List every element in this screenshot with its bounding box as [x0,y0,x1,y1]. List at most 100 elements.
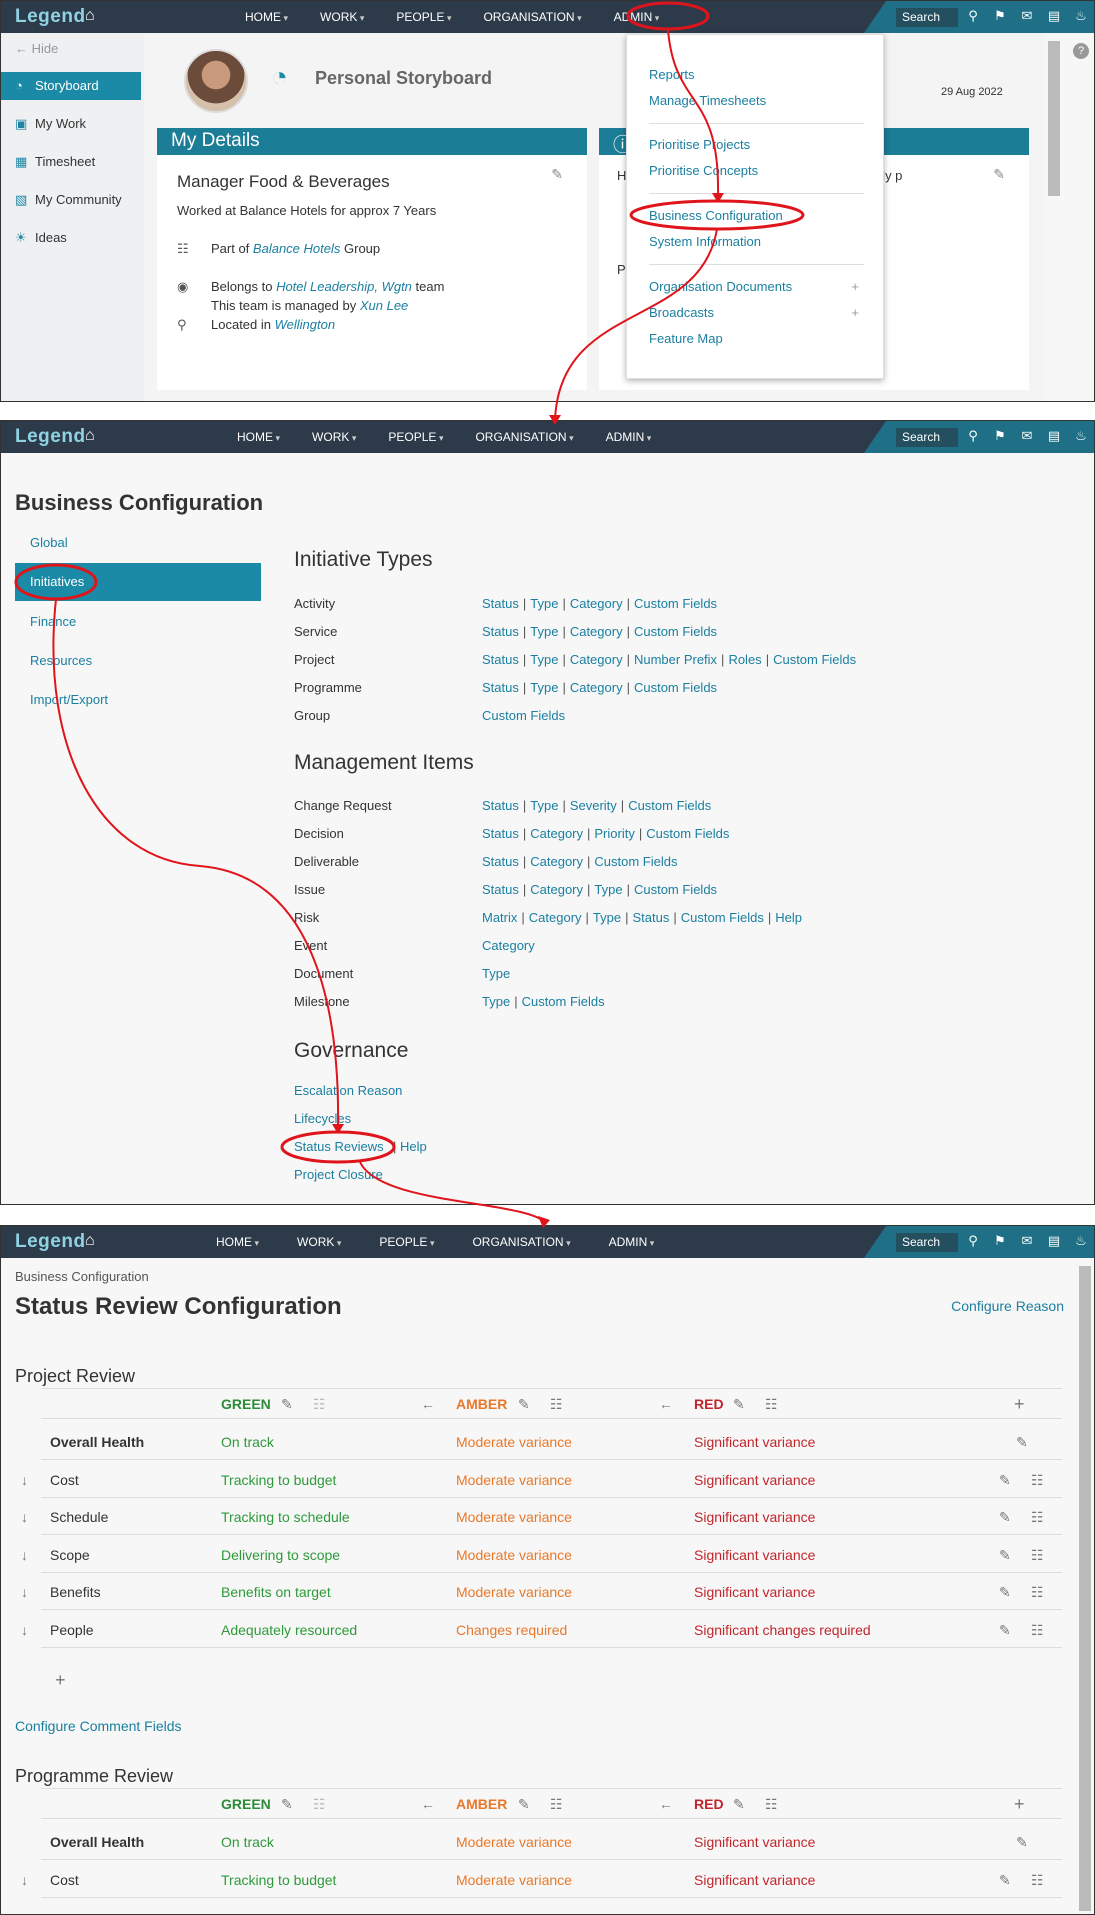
risk-matrix-link[interactable]: Matrix [482,910,517,925]
risk-help-link[interactable]: Help [775,910,802,925]
pencil-icon[interactable]: ✎ [1016,1834,1028,1851]
chat-icon[interactable]: ✉ [1018,1233,1036,1249]
team-link[interactable]: Hotel Leadership, Wgtn [276,279,412,294]
issue-custom-fields-link[interactable]: Custom Fields [634,882,717,897]
arrow-down-icon[interactable]: ↓ [21,1872,28,1888]
add-column-plus-icon[interactable]: + [1014,1794,1025,1815]
issue-category-link[interactable]: Category [530,882,583,897]
arrow-down-icon[interactable]: ↓ [21,1622,28,1638]
document-type-link[interactable]: Type [482,966,510,981]
sidebar-item-timesheet[interactable]: ▦ Timesheet [1,148,141,176]
menu-item-business-configuration[interactable]: Business Configuration [649,208,783,223]
activity-custom-fields-link[interactable]: Custom Fields [634,596,717,611]
change-request-custom-fields-link[interactable]: Custom Fields [628,798,711,813]
home-icon[interactable]: ⌂ [85,427,95,445]
pencil-icon[interactable]: ✎ [999,1509,1011,1526]
pencil-icon[interactable]: ✎ [518,1396,530,1413]
document-icon[interactable]: ▤ [1045,8,1063,24]
bell-icon[interactable]: ♨ [1072,8,1090,24]
pencil-icon[interactable]: ✎ [733,1396,745,1413]
menu-people[interactable]: PEOPLE [372,421,459,453]
pencil-icon[interactable]: ✎ [281,1796,293,1813]
deliverable-status-link[interactable]: Status [482,854,519,869]
arrow-down-icon[interactable]: ↓ [21,1547,28,1563]
group-custom-fields-link[interactable]: Custom Fields [482,708,565,723]
status-reviews-link[interactable]: Status Reviews [294,1139,384,1154]
menu-organisation[interactable]: ORGANISATION [459,421,589,453]
pencil-icon[interactable]: ✎ [551,166,563,183]
bookmark-icon[interactable]: ⚑ [991,1233,1009,1249]
arrow-down-icon[interactable]: ↓ [21,1472,28,1488]
milestone-type-link[interactable]: Type [482,994,510,1009]
menu-item-feature-map[interactable]: Feature Map [649,331,723,346]
escalation-reason-link[interactable]: Escalation Reason [294,1083,402,1098]
programme-custom-fields-link[interactable]: Custom Fields [634,680,717,695]
pencil-icon[interactable]: ✎ [999,1472,1011,1489]
avatar[interactable] [184,49,248,113]
sidebar-item-my-work[interactable]: ▣ My Work [1,110,141,138]
search-icon[interactable]: ⚲ [964,1233,982,1249]
help-icon[interactable]: ? [1073,43,1089,59]
bell-icon[interactable]: ♨ [1072,1233,1090,1249]
decision-status-link[interactable]: Status [482,826,519,841]
legend-logo[interactable]: Legend [15,1231,86,1253]
trash-icon[interactable]: ☷ [1031,1509,1044,1526]
decision-custom-fields-link[interactable]: Custom Fields [646,826,729,841]
risk-category-link[interactable]: Category [529,910,582,925]
issue-type-link[interactable]: Type [594,882,622,897]
milestone-custom-fields-link[interactable]: Custom Fields [522,994,605,1009]
pencil-icon[interactable]: ✎ [518,1796,530,1813]
search-input[interactable]: Search [896,428,958,447]
document-icon[interactable]: ▤ [1045,428,1063,444]
menu-organisation[interactable]: ORGANISATION [467,1,597,33]
menu-home[interactable]: HOME [229,1,304,33]
menu-admin[interactable]: ADMIN [598,1,676,33]
governance-help-link[interactable]: | Help [393,1139,427,1154]
add-row-plus-icon[interactable]: + [55,1670,66,1691]
arrow-down-icon[interactable]: ↓ [21,1584,28,1600]
arrow-left-icon[interactable]: ← [421,1796,435,1812]
programme-type-link[interactable]: Type [530,680,558,695]
programme-status-link[interactable]: Status [482,680,519,695]
trash-icon[interactable]: ☷ [1031,1872,1044,1889]
trash-icon[interactable]: ☷ [765,1396,778,1413]
activity-type-link[interactable]: Type [530,596,558,611]
nav-global[interactable]: Global [30,535,68,550]
bookmark-icon[interactable]: ⚑ [991,428,1009,444]
trash-icon[interactable]: ☷ [550,1396,563,1413]
project-type-link[interactable]: Type [530,652,558,667]
project-status-link[interactable]: Status [482,652,519,667]
menu-people[interactable]: PEOPLE [360,1226,453,1258]
menu-item-organisation-documents[interactable]: Organisation Documents [649,279,792,294]
chat-icon[interactable]: ✉ [1018,8,1036,24]
home-icon[interactable]: ⌂ [85,7,95,25]
nav-finance[interactable]: Finance [30,614,76,629]
expand-plus-icon[interactable]: + [851,279,859,294]
decision-category-link[interactable]: Category [530,826,583,841]
project-number-prefix-link[interactable]: Number Prefix [634,652,717,667]
pencil-icon[interactable]: ✎ [733,1796,745,1813]
risk-status-link[interactable]: Status [633,910,670,925]
menu-work[interactable]: WORK [296,421,372,453]
event-category-link[interactable]: Category [482,938,535,953]
trash-icon[interactable]: ☷ [1031,1472,1044,1489]
search-input[interactable]: Search [896,8,958,27]
pencil-icon[interactable]: ✎ [999,1622,1011,1639]
decision-priority-link[interactable]: Priority [594,826,634,841]
project-roles-link[interactable]: Roles [728,652,761,667]
manager-link[interactable]: Xun Lee [360,298,408,313]
search-input[interactable]: Search [896,1233,958,1252]
home-icon[interactable]: ⌂ [85,1232,95,1250]
trash-icon[interactable]: ☷ [1031,1547,1044,1564]
pencil-icon[interactable]: ✎ [999,1872,1011,1889]
change-request-type-link[interactable]: Type [530,798,558,813]
lifecycles-link[interactable]: Lifecycles [294,1111,351,1126]
document-icon[interactable]: ▤ [1045,1233,1063,1249]
menu-home[interactable]: HOME [197,1226,278,1258]
configure-comment-fields-link[interactable]: Configure Comment Fields [15,1718,182,1734]
arrow-down-icon[interactable]: ↓ [21,1509,28,1525]
risk-type-link[interactable]: Type [593,910,621,925]
menu-organisation[interactable]: ORGANISATION [453,1226,589,1258]
chat-icon[interactable]: ✉ [1018,428,1036,444]
trash-icon[interactable]: ☷ [550,1796,563,1813]
